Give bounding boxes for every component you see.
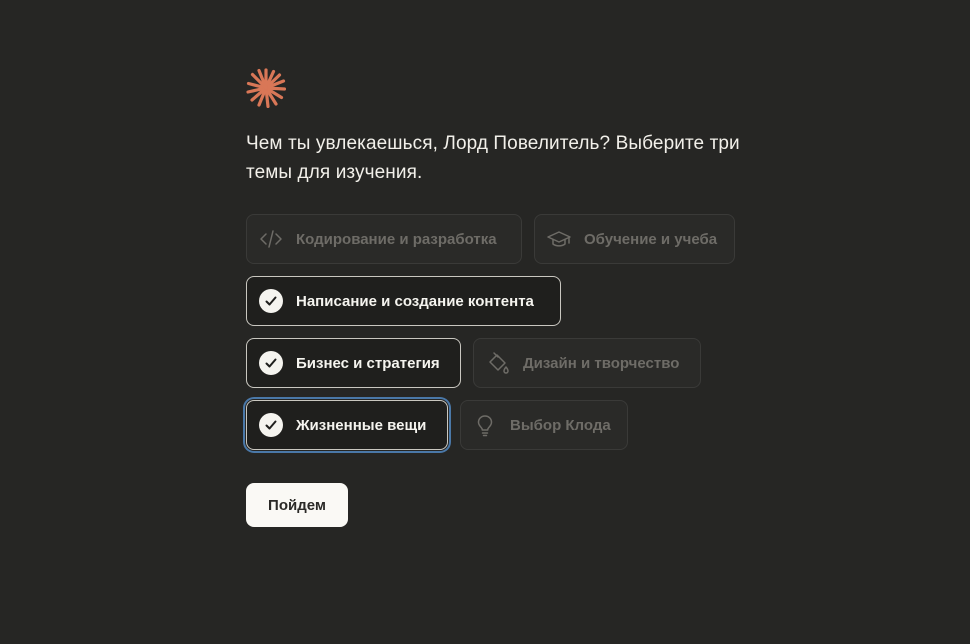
topic-label: Кодирование и разработка <box>296 230 497 248</box>
check-icon <box>259 413 283 437</box>
continue-button[interactable]: Пойдем <box>246 483 348 527</box>
claude-logo-icon <box>246 68 286 108</box>
lightbulb-icon <box>473 413 497 437</box>
topic-chip-claude-choice[interactable]: Выбор Клода <box>460 400 628 450</box>
topic-chip-business[interactable]: Бизнес и стратегия <box>246 338 461 388</box>
topic-label: Выбор Клода <box>510 416 611 434</box>
check-icon <box>259 289 283 313</box>
onboarding-panel: Чем ты увлекаешься, Лорд Повелитель? Выб… <box>246 68 766 527</box>
topic-label: Написание и создание контента <box>296 292 534 310</box>
topic-label: Жизненные вещи <box>296 416 427 434</box>
topic-chip-life[interactable]: Жизненные вещи <box>246 400 448 450</box>
topic-row: Написание и создание контента <box>246 276 766 326</box>
topic-row: Бизнес и стратегия Дизайн и творчество <box>246 338 766 388</box>
topic-chip-design[interactable]: Дизайн и творчество <box>473 338 701 388</box>
topic-options: Кодирование и разработка Обучение и учеб… <box>246 214 766 450</box>
topic-chip-learning[interactable]: Обучение и учеба <box>534 214 735 264</box>
graduation-cap-icon <box>547 227 571 251</box>
topic-label: Бизнес и стратегия <box>296 354 440 372</box>
prompt-question: Чем ты увлекаешься, Лорд Повелитель? Выб… <box>246 133 740 183</box>
topic-row: Жизненные вещи Выбор Клода <box>246 400 766 450</box>
code-icon <box>259 227 283 251</box>
topic-row: Кодирование и разработка Обучение и учеб… <box>246 214 766 264</box>
topic-chip-coding[interactable]: Кодирование и разработка <box>246 214 522 264</box>
paint-bucket-icon <box>486 351 510 375</box>
topic-label: Дизайн и творчество <box>523 354 680 372</box>
check-icon <box>259 351 283 375</box>
topic-chip-writing[interactable]: Написание и создание контента <box>246 276 561 326</box>
topic-label: Обучение и учеба <box>584 230 718 248</box>
